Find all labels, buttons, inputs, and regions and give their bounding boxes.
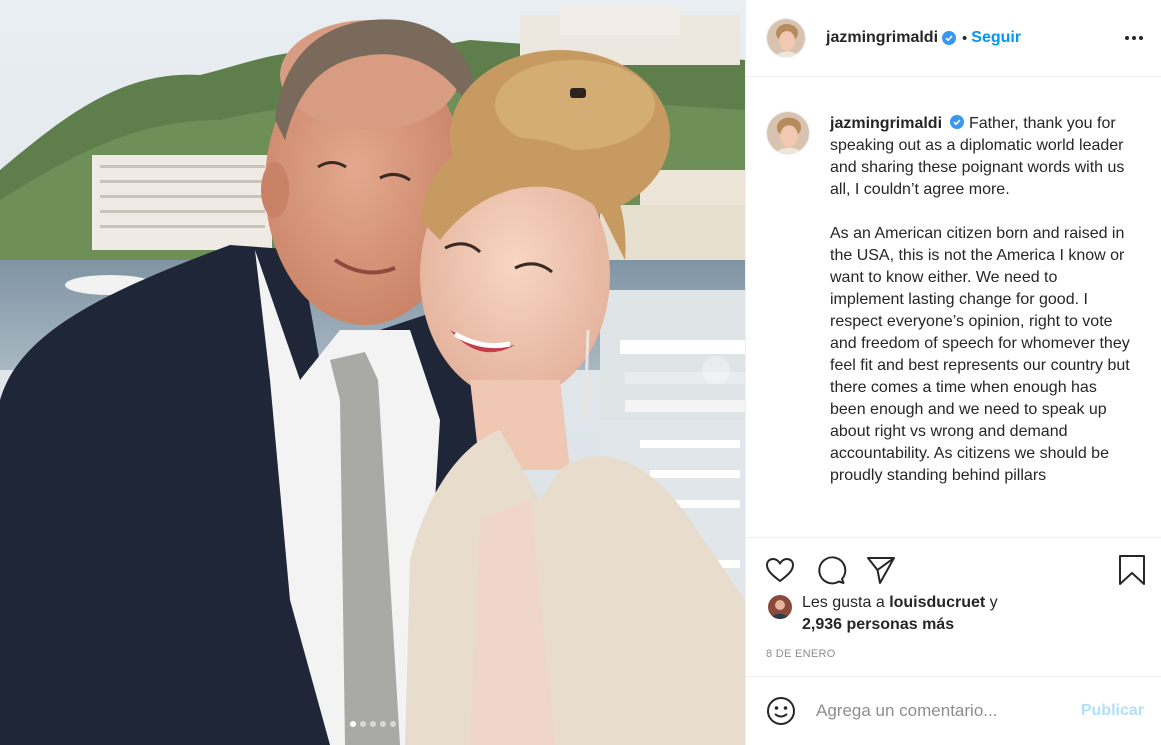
caption-avatar[interactable] xyxy=(766,111,810,155)
likes-conjunction: y xyxy=(989,594,998,611)
more-options-icon[interactable] xyxy=(1124,28,1144,48)
header-separator: • xyxy=(962,29,968,47)
comment-input[interactable] xyxy=(816,701,1071,721)
liker-username[interactable]: louisducruet xyxy=(889,594,985,611)
caption-paragraph-2: As an American citizen born and raised i… xyxy=(830,225,1130,484)
action-bar xyxy=(746,537,1161,597)
emoji-icon[interactable] xyxy=(766,696,796,726)
verified-badge-icon xyxy=(942,31,957,45)
carousel-dot xyxy=(389,721,396,727)
post-sidebar: jazmingrimaldi • Seguir jazmingrimaldi F… xyxy=(745,0,1161,745)
comment-icon[interactable] xyxy=(815,554,847,586)
likes-summary: Les gusta a louisducruet y 2,936 persona… xyxy=(766,592,1156,636)
carousel-dot xyxy=(379,721,386,727)
caption-username[interactable]: jazmingrimaldi xyxy=(830,115,942,132)
heart-icon[interactable] xyxy=(764,554,796,586)
liker-avatar[interactable] xyxy=(768,595,792,619)
carousel-dot-active xyxy=(349,721,356,727)
post-date[interactable]: 8 DE ENERO xyxy=(766,648,836,660)
likes-count[interactable]: 2,936 personas más xyxy=(802,614,1156,636)
caption-paragraph: jazmingrimaldi Father, thank you for spe… xyxy=(830,113,1134,201)
post-photo[interactable] xyxy=(0,0,745,745)
publish-button[interactable]: Publicar xyxy=(1081,702,1144,720)
comment-bar: Publicar xyxy=(746,676,1161,745)
share-icon[interactable] xyxy=(865,554,897,586)
photo-illustration xyxy=(0,0,745,745)
post-header: jazmingrimaldi • Seguir xyxy=(746,0,1161,77)
author-username[interactable]: jazmingrimaldi xyxy=(826,29,938,47)
carousel-dot xyxy=(359,721,366,727)
author-avatar[interactable] xyxy=(766,18,806,58)
carousel-indicator xyxy=(0,721,745,727)
carousel-dot xyxy=(369,721,376,727)
caption-row: jazmingrimaldi Father, thank you for spe… xyxy=(766,111,1142,509)
caption-scroll-area[interactable]: jazmingrimaldi Father, thank you for spe… xyxy=(746,77,1161,537)
follow-button[interactable]: Seguir xyxy=(971,29,1021,47)
caption-text: jazmingrimaldi Father, thank you for spe… xyxy=(830,113,1134,509)
likes-prefix: Les gusta a xyxy=(802,594,885,611)
verified-badge-icon xyxy=(950,115,965,129)
bookmark-icon[interactable] xyxy=(1116,554,1148,586)
